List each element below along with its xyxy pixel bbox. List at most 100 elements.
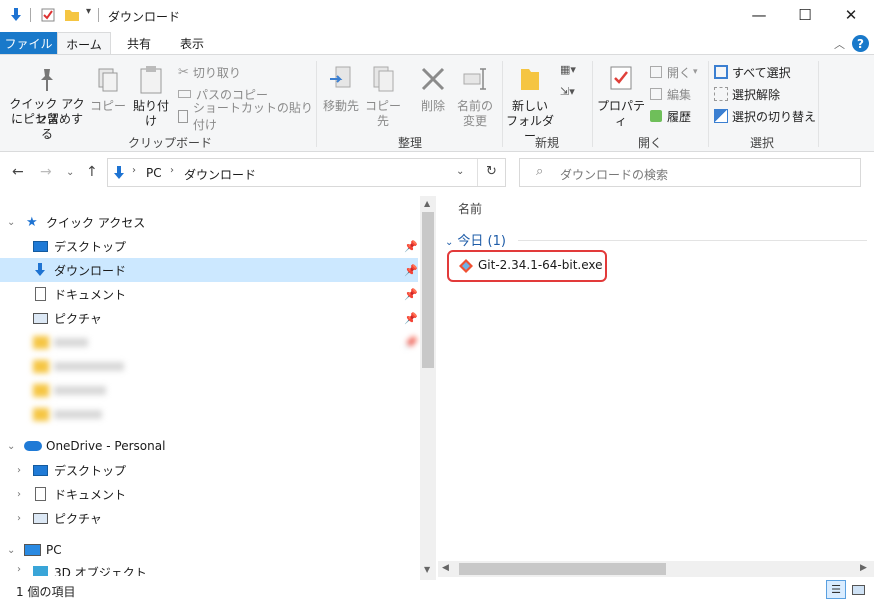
paste-button[interactable]: 貼り付け — [128, 65, 174, 128]
maximize-button[interactable]: ☐ — [782, 0, 828, 30]
paste-shortcut-button[interactable]: ショートカットの貼り付け — [178, 101, 318, 132]
breadcrumb-downloads[interactable]: ダウンロード — [184, 166, 256, 183]
rename-label-1: 名前の — [456, 99, 493, 113]
delete-x-icon — [421, 67, 445, 91]
open-button[interactable]: 開く ▾ — [650, 63, 720, 81]
open-group-label: 開く — [637, 136, 662, 150]
pin-icon: 📌 — [404, 263, 418, 277]
select-all-button[interactable]: すべて選択 — [714, 63, 824, 81]
scroll-down-icon[interactable]: ▼ — [424, 565, 430, 574]
paste-label: 貼り付け — [132, 99, 169, 128]
nav-3d-objects[interactable]: › 3D オブジェクト — [0, 562, 418, 576]
nav-blurred-folder[interactable] — [0, 378, 418, 402]
new-folder-icon[interactable] — [64, 7, 80, 23]
scroll-right-icon[interactable]: ▶ — [860, 563, 867, 573]
breadcrumb-pc[interactable]: PC — [146, 166, 162, 180]
nav-documents[interactable]: ドキュメント 📌 — [0, 282, 418, 306]
chevron-down-icon[interactable]: ⌄ — [7, 545, 15, 556]
nav-downloads[interactable]: ダウンロード 📌 — [0, 258, 418, 282]
desktop-icon — [33, 464, 48, 476]
back-arrow-icon[interactable]: ← — [12, 164, 24, 180]
paste-shortcut-label: ショートカットの貼り付け — [192, 101, 313, 132]
chevron-down-icon[interactable]: ⌄ — [7, 217, 15, 228]
chevron-down-icon: ⌄ — [445, 237, 454, 248]
blurred-label — [54, 409, 102, 419]
nav-onedrive-label: OneDrive - Personal — [46, 439, 166, 453]
copy-button[interactable]: コピー — [90, 65, 126, 125]
nav-quick-access[interactable]: ⌄ ★ クイック アクセス — [0, 210, 418, 234]
nav-pane-scrollbar-thumb[interactable] — [422, 212, 434, 368]
blurred-label — [54, 385, 106, 395]
pin-quick-access-button[interactable]: クイック アクセス にピン留めする — [6, 65, 86, 141]
nav-quick-access-label: クイック アクセス — [46, 215, 146, 230]
breadcrumb-separator-icon: › — [170, 165, 174, 176]
download-arrow-icon[interactable] — [8, 7, 24, 23]
horizontal-scrollbar-thumb[interactable] — [459, 563, 666, 575]
rename-label-2: 変更 — [462, 114, 487, 128]
new-item-icon[interactable]: ▦▾ — [560, 63, 576, 76]
invert-selection-button[interactable]: 選択の切り替え — [714, 107, 824, 125]
nav-blurred-folder[interactable]: 📌 — [0, 330, 418, 354]
recent-locations-chevron-icon[interactable]: ⌄ — [66, 167, 74, 178]
delete-button[interactable]: 削除 — [412, 63, 454, 125]
select-none-label: 選択解除 — [732, 87, 781, 102]
tab-share[interactable]: 共有 — [114, 32, 164, 54]
cut-button[interactable]: ✂ 切り取り — [178, 63, 308, 81]
group-header-today-label: 今日 (1) — [457, 234, 506, 249]
nav-desktop[interactable]: デスクトップ 📌 — [0, 234, 418, 258]
search-box[interactable]: ⌕ ダウンロードの検索 — [519, 158, 861, 187]
forward-arrow-icon[interactable]: → — [40, 164, 52, 180]
nav-pc-label: PC — [46, 543, 62, 557]
chevron-down-icon[interactable]: ⌄ — [7, 441, 15, 452]
help-button[interactable]: ? — [852, 35, 869, 52]
scroll-up-icon[interactable]: ▲ — [424, 199, 430, 208]
chevron-right-icon[interactable]: › — [17, 465, 21, 476]
move-to-button[interactable]: 移動先 — [320, 63, 362, 125]
tab-home[interactable]: ホーム — [57, 32, 111, 55]
details-view-button[interactable]: ☰ — [826, 580, 846, 599]
easy-access-icon[interactable]: ⇲▾ — [560, 85, 575, 98]
tab-file[interactable]: ファイル — [0, 32, 57, 54]
copy-to-button[interactable]: コピー先 — [362, 63, 404, 128]
column-header-name[interactable]: 名前 — [458, 200, 482, 217]
close-button[interactable]: ✕ — [828, 0, 874, 30]
address-bar[interactable]: › PC › ダウンロード ⌄ ↻ — [107, 158, 506, 187]
select-none-button[interactable]: 選択解除 — [714, 85, 824, 103]
history-button[interactable]: 履歴 — [650, 107, 720, 125]
scroll-left-icon[interactable]: ◀ — [442, 563, 449, 573]
properties-button[interactable]: プロパティ — [596, 63, 646, 129]
group-header-today[interactable]: ⌄ 今日 (1) — [445, 230, 506, 249]
up-arrow-icon[interactable]: ↑ — [86, 164, 98, 180]
group-divider — [708, 61, 709, 147]
refresh-icon[interactable]: ↻ — [486, 164, 497, 179]
chevron-right-icon[interactable]: › — [17, 564, 21, 575]
nav-onedrive[interactable]: ⌄ OneDrive - Personal — [0, 434, 418, 458]
nav-onedrive-documents[interactable]: › ドキュメント — [0, 482, 418, 506]
nav-pc[interactable]: ⌄ PC — [0, 538, 418, 562]
address-history-chevron-icon[interactable]: ⌄ — [456, 166, 464, 177]
minimize-button[interactable]: — — [736, 0, 782, 30]
file-name: Git-2.34.1-64-bit.exe — [478, 258, 603, 272]
cube-icon — [33, 566, 48, 576]
properties-icon — [610, 66, 632, 90]
new-group-label: 新規 — [534, 136, 559, 150]
properties-check-icon[interactable] — [40, 7, 56, 23]
nav-blurred-folder[interactable] — [0, 402, 418, 426]
move-to-label: 移動先 — [322, 99, 359, 113]
customize-qa-dropdown[interactable]: ▾ — [86, 6, 91, 17]
chevron-right-icon[interactable]: › — [17, 489, 21, 500]
chevron-right-icon[interactable]: › — [17, 513, 21, 524]
nav-onedrive-pictures[interactable]: › ピクチャ — [0, 506, 418, 530]
tab-view[interactable]: 表示 — [168, 32, 216, 54]
nav-pictures[interactable]: ピクチャ 📌 — [0, 306, 418, 330]
rename-button[interactable]: 名前の 変更 — [454, 63, 496, 129]
collapse-ribbon-icon[interactable]: ︿ — [834, 36, 845, 52]
nav-onedrive-desktop[interactable]: › デスクトップ — [0, 458, 418, 482]
file-item[interactable]: Git-2.34.1-64-bit.exe — [447, 250, 607, 282]
search-input[interactable]: ダウンロードの検索 — [560, 166, 668, 183]
edit-button[interactable]: 編集 — [650, 85, 720, 103]
new-folder-button[interactable]: 新しい フォルダー — [504, 63, 556, 143]
large-icons-view-button[interactable] — [848, 580, 868, 599]
divider — [98, 8, 99, 22]
nav-blurred-folder[interactable] — [0, 354, 418, 378]
